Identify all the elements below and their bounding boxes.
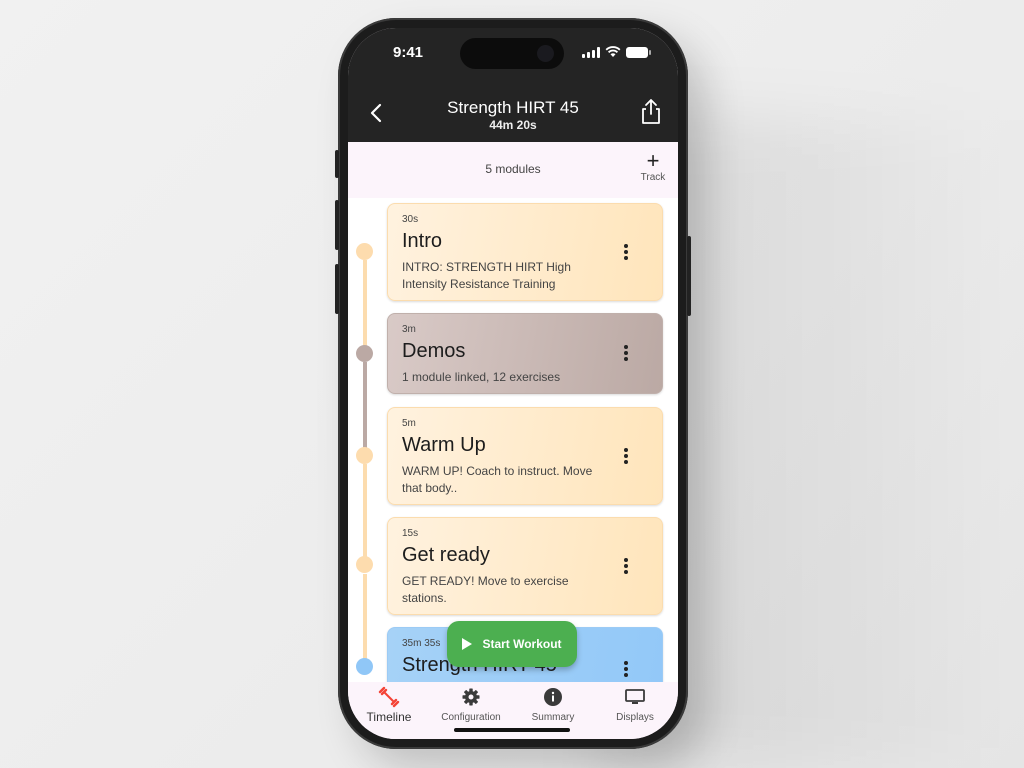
- gear-icon: [462, 688, 480, 706]
- volume-down-button: [335, 264, 339, 314]
- timeline-dot: [356, 658, 373, 675]
- status-time: 9:41: [393, 44, 424, 61]
- home-indicator[interactable]: [454, 728, 570, 732]
- module-timeline: 30s Intro INTRO: STRENGTH HIRT High Inte…: [348, 198, 678, 682]
- module-duration: 15s: [402, 528, 419, 539]
- module-card-intro[interactable]: 30s Intro INTRO: STRENGTH HIRT High Inte…: [387, 203, 663, 301]
- mute-switch: [335, 150, 339, 178]
- nav-tab-configuration[interactable]: Configuration: [430, 686, 512, 723]
- timeline-dot: [356, 556, 373, 573]
- volume-up-button: [335, 200, 339, 250]
- nav-tab-displays[interactable]: Displays: [594, 686, 676, 723]
- timeline-dot: [356, 447, 373, 464]
- dumbbell-icon: [378, 686, 400, 708]
- battery-icon: [626, 46, 651, 58]
- module-duration: 35m 35s: [402, 638, 441, 649]
- more-options-icon[interactable]: [620, 555, 632, 577]
- plus-icon: +: [646, 148, 660, 173]
- timeline-dot: [356, 243, 373, 260]
- nav-label: Summary: [531, 712, 575, 723]
- nav-label: Timeline: [366, 710, 412, 724]
- add-track-label: Track: [640, 172, 666, 183]
- share-icon[interactable]: [638, 98, 664, 126]
- timeline-connector: [363, 464, 367, 568]
- wifi-icon: [605, 46, 621, 57]
- module-description: WARM UP! Coach to instruct. Move that bo…: [402, 464, 593, 495]
- timeline-connector: [363, 574, 367, 668]
- start-workout-button[interactable]: Start Workout: [447, 621, 577, 667]
- timeline-dot: [356, 345, 373, 362]
- start-workout-label: Start Workout: [482, 637, 562, 651]
- module-duration: 5m: [402, 418, 416, 429]
- monitor-icon: [625, 689, 645, 704]
- app-bar: Strength HIRT 45 44m 20s: [348, 84, 678, 142]
- module-description: GET READY! Move to exercise stations.: [402, 574, 569, 605]
- module-card-warm-up[interactable]: 5m Warm Up WARM UP! Coach to instruct. M…: [387, 407, 663, 505]
- add-track-button[interactable]: + Track: [638, 148, 668, 184]
- timeline-toolbar: 5 modules + Track: [348, 142, 678, 198]
- more-options-icon[interactable]: [620, 241, 632, 263]
- module-duration: 30s: [402, 214, 419, 225]
- module-name: Warm Up: [402, 434, 486, 456]
- total-duration: 44m 20s: [489, 118, 537, 132]
- status-bar: 9:41: [348, 28, 678, 84]
- module-duration: 3m: [402, 324, 416, 335]
- camera: [537, 45, 554, 62]
- nav-tab-summary[interactable]: Summary: [512, 686, 594, 723]
- module-card-get-ready[interactable]: 15s Get ready GET READY! Move to exercis…: [387, 517, 663, 615]
- module-name: Demos: [402, 340, 466, 362]
- more-options-icon[interactable]: [620, 342, 632, 364]
- module-card-demos[interactable]: 3m Demos 1 module linked, 12 exercises: [387, 313, 663, 394]
- more-options-icon[interactable]: [620, 445, 632, 467]
- screen: 9:41 Strength HIRT 45 44m 20s 5 modules …: [348, 28, 678, 739]
- play-icon: [462, 638, 473, 650]
- info-icon: [544, 688, 562, 706]
- power-button: [687, 236, 691, 316]
- nav-tab-timeline[interactable]: Timeline: [348, 686, 430, 724]
- module-name: Get ready: [402, 544, 490, 566]
- more-options-icon[interactable]: [620, 658, 632, 680]
- timeline-connector: [363, 362, 367, 458]
- nav-label: Displays: [616, 712, 654, 723]
- module-name: Intro: [402, 230, 443, 252]
- page-title: Strength HIRT 45: [447, 98, 579, 117]
- module-count: 5 modules: [485, 162, 541, 176]
- nav-label: Configuration: [441, 712, 501, 723]
- signal-icon: [582, 46, 600, 58]
- dynamic-island: [460, 38, 564, 69]
- phone-frame: 9:41 Strength HIRT 45 44m 20s 5 modules …: [335, 18, 691, 749]
- module-description: 1 module linked, 12 exercises: [402, 370, 561, 384]
- timeline-connector: [363, 260, 367, 352]
- module-description: INTRO: STRENGTH HIRT High Intensity Resi…: [402, 260, 571, 291]
